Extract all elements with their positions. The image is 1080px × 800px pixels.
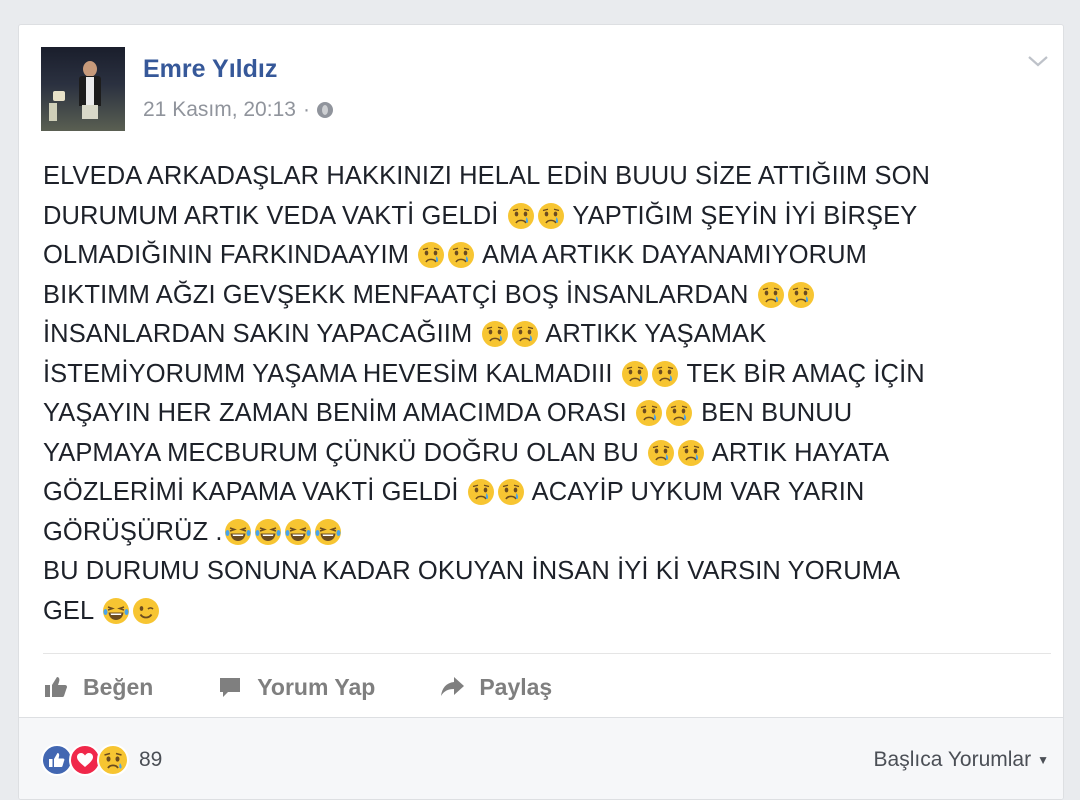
post-text-segment: DURUMUM ARTIK VEDA VAKTİ GELDİ <box>43 201 506 230</box>
crying-face-icon <box>507 202 535 230</box>
crying-face-icon <box>677 439 705 467</box>
post-text-line: GÖRÜŞÜRÜZ . <box>43 513 1043 553</box>
reactions-summary[interactable]: 89 <box>41 744 162 776</box>
crying-face-icon <box>757 281 785 309</box>
crying-face-icon <box>665 399 693 427</box>
post-text-segment: İSTEMİYORUMM YAŞAMA HEVESİM KALMADIII <box>43 359 620 388</box>
crying-face-icon <box>787 281 815 309</box>
post-text-segment: TEK BİR AMAÇ İÇİN <box>679 359 925 388</box>
laughing-face-icon <box>284 518 312 546</box>
crying-face-icon <box>447 241 475 269</box>
crying-face-icon <box>647 439 675 467</box>
post-text-segment: BEN BUNUU <box>693 399 853 427</box>
post-text-segment: ACAYİP UYKUM VAR YARIN <box>525 478 865 506</box>
sad-reaction-icon <box>97 744 129 776</box>
share-button[interactable]: Paylaş <box>439 674 552 701</box>
winking-face-icon <box>132 597 160 625</box>
post-meta: 21 Kasım, 20:13 · <box>143 97 333 123</box>
crying-face-icon <box>635 399 663 427</box>
share-arrow-icon <box>439 674 465 700</box>
laughing-face-icon <box>224 518 252 546</box>
post-timestamp[interactable]: 21 Kasım, 20:13 <box>143 98 296 122</box>
post-text-line: BU DURUMU SONUNA KADAR OKUYAN İNSAN İYİ … <box>43 552 1043 592</box>
avatar-photo-detail <box>53 91 65 101</box>
avatar-person <box>79 61 101 119</box>
thumbs-up-icon <box>43 674 69 700</box>
post-text-segment: GEL <box>43 596 101 625</box>
crying-face-icon <box>417 241 445 269</box>
divider <box>43 653 1051 654</box>
post-text-line: OLMADIĞININ FARKINDAAYIM AMA ARTIKK DAYA… <box>43 236 1043 276</box>
post-text-line: İSTEMİYORUMM YAŞAMA HEVESİM KALMADIII TE… <box>43 355 1043 395</box>
post-text-line: GÖZLERİMİ KAPAMA VAKTİ GELDİ ACAYİP UYKU… <box>43 473 1043 513</box>
post-text-segment: ELVEDA ARKADAŞLAR HAKKINIZI HELAL EDİN B… <box>43 162 931 190</box>
comment-label: Yorum Yap <box>257 673 376 700</box>
laughing-face-icon <box>254 518 282 546</box>
meta-separator: · <box>302 98 310 121</box>
post-text-segment: AMA ARTIKK DAYANAMIYORUM <box>476 241 868 269</box>
comment-sort-dropdown[interactable]: Başlıca Yorumlar ▼ <box>874 748 1049 772</box>
post-text-segment: BU DURUMU SONUNA KADAR OKUYAN İNSAN İYİ … <box>43 557 901 585</box>
like-label: Beğen <box>83 673 154 700</box>
crying-face-icon <box>537 202 565 230</box>
post-text-line: BIKTIMM AĞZI GEVŞEKK MENFAATÇİ BOŞ İNSAN… <box>43 276 1043 316</box>
post-text-line: YAPMAYA MECBURUM ÇÜNKÜ DOĞRU OLAN BU ART… <box>43 434 1043 474</box>
crying-face-icon <box>651 360 679 388</box>
crying-face-icon <box>497 478 525 506</box>
post-text-line: GEL <box>43 592 1043 632</box>
chevron-down-icon[interactable] <box>1025 51 1051 71</box>
author-avatar[interactable] <box>41 47 125 131</box>
globe-icon[interactable] <box>316 102 333 118</box>
post-text-segment: İNSANLARDAN SAKIN YAPACAĞIIM <box>43 320 480 348</box>
share-label: Paylaş <box>479 673 553 700</box>
post-text-segment: ARTIK HAYATA <box>706 438 890 467</box>
comment-icon <box>217 674 243 700</box>
post-text-line: DURUMUM ARTIK VEDA VAKTİ GELDİ YAPTIĞIM … <box>43 197 1043 237</box>
post-text-segment: BIKTIMM AĞZI GEVŞEKK MENFAATÇİ BOŞ İNSAN… <box>43 280 756 309</box>
post-text-segment: YAPTIĞIM ŞEYİN İYİ BİRŞEY <box>565 201 918 230</box>
crying-face-icon <box>481 320 509 348</box>
post-text-line: ELVEDA ARKADAŞLAR HAKKINIZI HELAL EDİN B… <box>43 157 1043 197</box>
crying-face-icon <box>511 320 539 348</box>
post-text-segment: YAŞAYIN HER ZAMAN BENİM AMACIMDA ORASI <box>43 399 634 427</box>
laughing-face-icon <box>314 518 342 546</box>
crying-face-icon <box>621 360 649 388</box>
post-footer: 89 Başlıca Yorumlar ▼ <box>19 717 1063 799</box>
post-text-segment: YAPMAYA MECBURUM ÇÜNKÜ DOĞRU OLAN BU <box>43 438 647 467</box>
author-name[interactable]: Emre Yıldız <box>143 55 277 84</box>
post-actions: Beğen Yorum Yap Paylaş <box>43 665 616 709</box>
post-body: ELVEDA ARKADAŞLAR HAKKINIZI HELAL EDİN B… <box>43 157 1043 631</box>
crying-face-icon <box>467 478 495 506</box>
post-text-segment: GÖRÜŞÜRÜZ . <box>43 517 223 546</box>
caret-down-icon: ▼ <box>1037 753 1049 767</box>
post-text-line: YAŞAYIN HER ZAMAN BENİM AMACIMDA ORASI B… <box>43 394 1043 434</box>
comment-sort-label: Başlıca Yorumlar <box>873 748 1032 771</box>
comment-button[interactable]: Yorum Yap <box>217 674 375 701</box>
post-text-segment: ARTIKK YAŞAMAK <box>539 320 767 348</box>
avatar-photo-detail <box>49 103 57 121</box>
like-button[interactable]: Beğen <box>43 674 153 701</box>
post-text-segment: OLMADIĞININ FARKINDAAYIM <box>43 241 417 269</box>
post-text-segment: GÖZLERİMİ KAPAMA VAKTİ GELDİ <box>43 478 466 506</box>
post-card: Emre Yıldız 21 Kasım, 20:13 · ELVEDA ARK… <box>18 24 1064 800</box>
post-text-line: İNSANLARDAN SAKIN YAPACAĞIIM ARTIKK YAŞA… <box>43 315 1043 355</box>
laughing-face-icon <box>102 597 130 625</box>
reaction-count: 89 <box>139 748 163 771</box>
